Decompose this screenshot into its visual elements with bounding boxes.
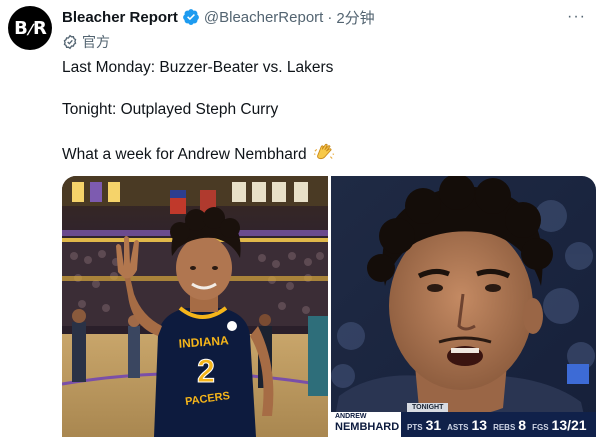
stat-label: ASTS [447,422,469,432]
jersey-number-text: 2 [197,353,215,389]
account-label[interactable]: 官方 [62,32,110,52]
player-stats-scorebug: TONIGHT ANDREW NEMBHARD PTS 31 ASTS 13 R… [331,403,596,437]
media-photo-arena[interactable]: INDIANA 2 PACERS [62,176,328,437]
stat-value: 31 [425,416,442,433]
tweet-header: Bleacher Report @BleacherReport · 2分钟 ··… [62,6,592,28]
more-options-icon[interactable]: ··· [567,8,586,26]
stat-label: FGS [532,422,549,432]
tweet-media-grid[interactable]: INDIANA 2 PACERS TONIGHT ANDREW NEMBHARD… [62,176,596,437]
stat-assists: ASTS 13 [447,417,487,433]
account-name[interactable]: Bleacher Report [62,9,178,26]
scorebug-player-name: ANDREW NEMBHARD [331,412,401,437]
scorebug-last-name: NEMBHARD [335,421,400,433]
media-photo-closeup[interactable]: TONIGHT ANDREW NEMBHARD PTS 31 ASTS 13 R… [331,176,596,437]
stat-value: 13 [471,416,488,433]
tweet-timestamp[interactable]: 2分钟 [336,7,374,28]
time-separator: · [327,8,333,26]
stat-label: PTS [407,422,423,432]
scorebug-stats: PTS 31 ASTS 13 REBS 8 FGS 13/21 [401,412,596,437]
stat-rebounds: REBS 8 [493,417,526,433]
tweet-text-line-3-text: What a week for Andrew Nembhard [62,146,307,163]
stat-label: REBS [493,422,516,432]
clapping-hands-icon [313,143,335,163]
tweet-text-line-2: Tonight: Outplayed Steph Curry [62,101,279,118]
official-label-text: 官方 [82,34,110,50]
scorebug-tag: TONIGHT [407,403,449,412]
official-label-icon [62,34,78,50]
stat-points: PTS 31 [407,417,441,433]
tweet-text-line-3: What a week for Andrew Nembhard [62,143,335,164]
avatar-logo-text: B/R [14,17,47,39]
tweet-text-line-1: Last Monday: Buzzer-Beater vs. Lakers [62,59,334,76]
profile-avatar[interactable]: B/R [8,6,52,50]
stat-value: 13/21 [551,416,587,433]
account-handle[interactable]: @BleacherReport [204,9,323,26]
verified-badge-icon [182,8,200,26]
scorebug-first-name: ANDREW [335,413,367,420]
stat-field-goals: FGS 13/21 [532,417,587,433]
stat-value: 8 [518,416,527,433]
